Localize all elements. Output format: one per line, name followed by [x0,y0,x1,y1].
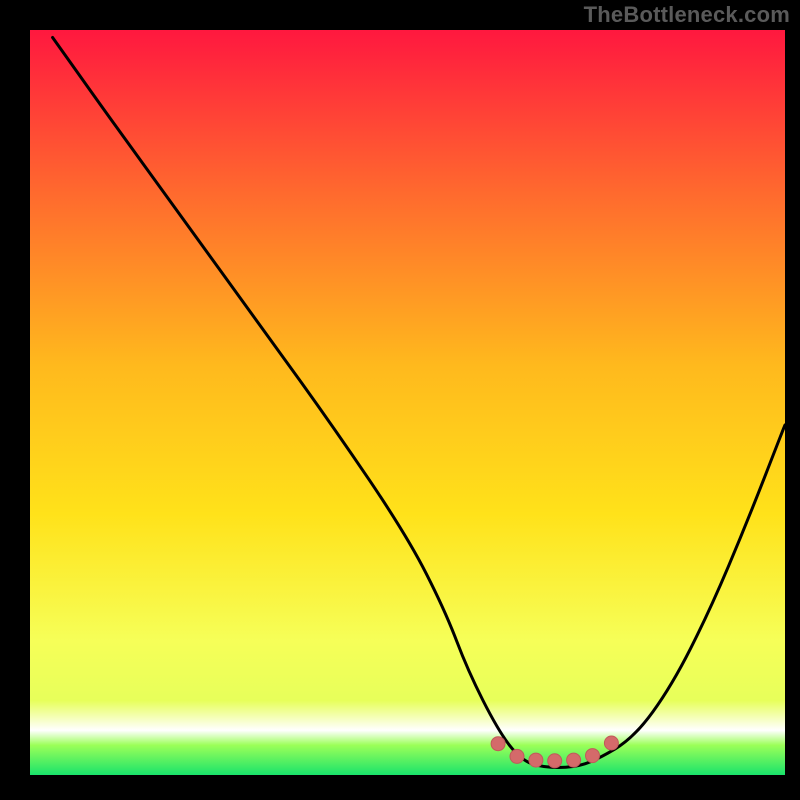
chart-svg [0,0,800,800]
optimal-point [510,749,524,763]
plot-area [30,30,785,775]
optimal-point [567,753,581,767]
optimal-point [604,736,618,750]
optimal-point [491,737,505,751]
optimal-point [529,753,543,767]
optimal-point [548,754,562,768]
watermark-text: TheBottleneck.com [584,2,790,28]
optimal-point [586,749,600,763]
gradient-background [30,30,785,775]
chart-root: TheBottleneck.com [0,0,800,800]
